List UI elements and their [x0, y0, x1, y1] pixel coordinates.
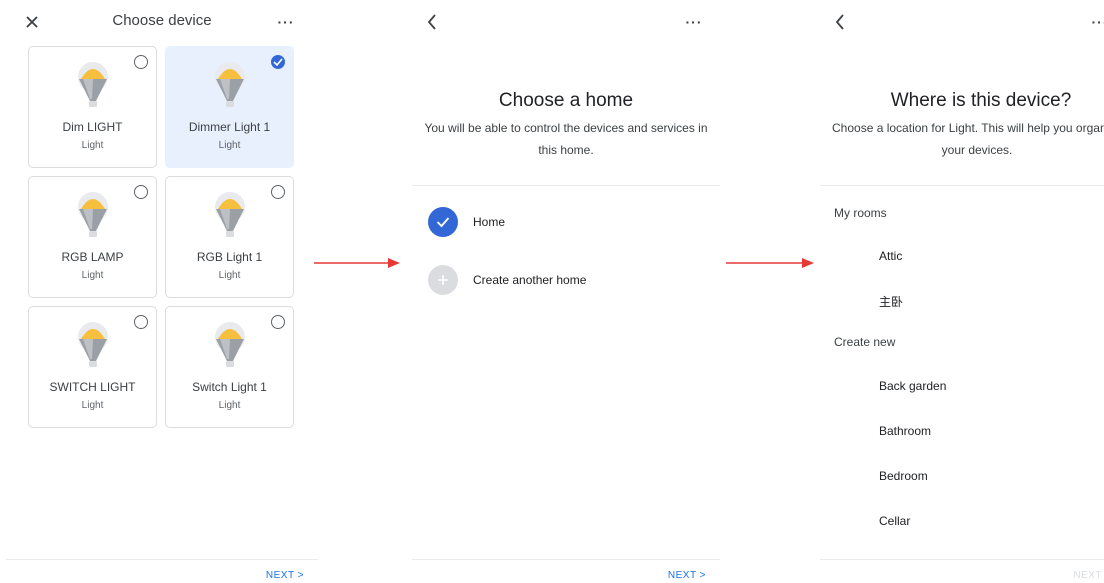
radio-icon[interactable]	[134, 185, 148, 199]
light-bulb-icon	[209, 321, 251, 371]
page-title: Choose a home	[498, 90, 634, 111]
check-icon	[428, 207, 458, 237]
option-label: Home	[473, 215, 506, 229]
home-option[interactable]: Home	[428, 206, 710, 238]
divider	[820, 185, 1104, 186]
page-subtitle: Choose a location for Light. This will h…	[832, 121, 1104, 157]
device-grid: Dim LIGHT Light Dimmer Light 1 Light RGB LAM…	[28, 46, 294, 428]
more-horiz-icon[interactable]: ···	[682, 10, 706, 34]
device-type: Light	[81, 140, 104, 151]
device-name: RGB LAMP	[61, 250, 124, 264]
more-horiz-icon[interactable]: ···	[274, 10, 298, 34]
page-title: Where is this device?	[890, 90, 1072, 111]
top-bar: ···	[820, 0, 1104, 44]
device-type: Light	[218, 140, 241, 151]
choose-room-screen: ··· Where is this device? Choose a locat…	[820, 0, 1104, 583]
create-home-option[interactable]: Create another home	[428, 264, 710, 296]
device-card[interactable]: RGB LAMP Light	[28, 176, 157, 298]
top-bar: ···	[412, 0, 720, 44]
more-horiz-icon[interactable]: ···	[1088, 10, 1104, 34]
next-button[interactable]: NEXT >	[668, 570, 706, 581]
choose-device-screen: Choose device ··· Dim LIGHT Light Dimmer L…	[6, 0, 318, 583]
back-icon[interactable]	[828, 10, 852, 34]
device-type: Light	[81, 270, 104, 281]
room-item[interactable]: Cellar	[879, 514, 910, 528]
bottom-bar: NEXT >	[412, 559, 720, 583]
room-item[interactable]: 主卧	[879, 293, 903, 310]
room-item[interactable]: Bedroom	[879, 469, 928, 483]
device-name: Switch Light 1	[192, 380, 267, 394]
divider	[412, 185, 720, 186]
device-name: SWITCH LIGHT	[49, 380, 136, 394]
add-icon	[428, 265, 458, 295]
room-item[interactable]: Back garden	[879, 379, 946, 393]
flow-arrow-icon	[314, 258, 400, 268]
light-bulb-icon	[72, 191, 114, 241]
next-button[interactable]: NEXT	[1073, 570, 1102, 581]
device-card[interactable]: Switch Light 1 Light	[165, 306, 294, 428]
device-card[interactable]: Dimmer Light 1 Light	[165, 46, 294, 168]
device-name: Dim LIGHT	[62, 120, 123, 134]
page-subtitle: You will be able to control the devices …	[424, 121, 708, 157]
radio-icon[interactable]	[271, 185, 285, 199]
flow-arrow-icon	[726, 258, 814, 268]
light-bulb-icon	[72, 61, 114, 111]
room-item[interactable]: Attic	[879, 249, 902, 263]
device-card[interactable]: Dim LIGHT Light	[28, 46, 157, 168]
device-type: Light	[218, 270, 241, 281]
page-title: Choose device	[112, 12, 212, 29]
device-type: Light	[81, 400, 104, 411]
back-icon[interactable]	[420, 10, 444, 34]
next-button[interactable]: NEXT >	[266, 570, 304, 581]
choose-home-screen: ··· Choose a home You will be able to co…	[412, 0, 720, 583]
bottom-bar: NEXT >	[6, 559, 318, 583]
radio-icon[interactable]	[134, 315, 148, 329]
checked-radio-icon[interactable]	[271, 55, 285, 69]
radio-icon[interactable]	[134, 55, 148, 69]
light-bulb-icon	[72, 321, 114, 371]
device-card[interactable]: RGB Light 1 Light	[165, 176, 294, 298]
light-bulb-icon	[209, 191, 251, 241]
device-name: Dimmer Light 1	[188, 120, 271, 134]
room-item[interactable]: Bathroom	[879, 424, 931, 438]
create-new-label: Create new	[834, 335, 896, 349]
radio-icon[interactable]	[271, 315, 285, 329]
device-card[interactable]: SWITCH LIGHT Light	[28, 306, 157, 428]
option-label: Create another home	[473, 273, 587, 287]
bottom-bar: NEXT	[820, 559, 1104, 583]
light-bulb-icon	[209, 61, 251, 111]
device-type: Light	[218, 400, 241, 411]
device-name: RGB Light 1	[196, 250, 263, 264]
top-bar: Choose device ···	[6, 0, 318, 44]
my-rooms-label: My rooms	[834, 206, 887, 220]
